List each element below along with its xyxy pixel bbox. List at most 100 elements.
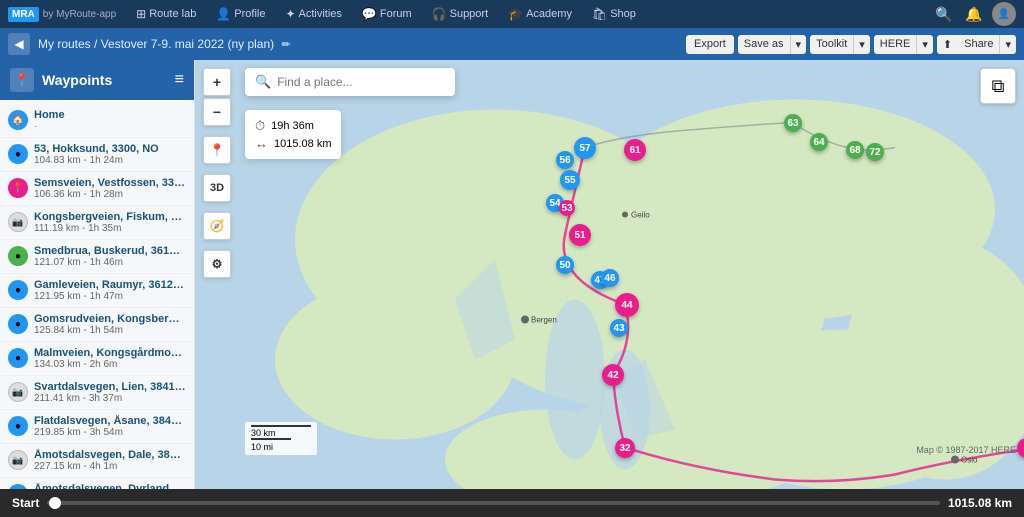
progress-thumb[interactable] [49, 497, 61, 509]
wp-icon: 📷 [8, 212, 28, 232]
waypoint-item[interactable]: 📷 Kongsbergveien, Fiskum, 3322, NO 111.1… [0, 206, 194, 240]
wp-icon: 📷 [8, 450, 28, 470]
wp-icon: ● [8, 246, 28, 266]
nav-academy-label: Academy [526, 8, 572, 20]
map-search-box: 🔍 [245, 68, 455, 96]
sidebar: 📍 Waypoints ≡ 🏠 Home · ● 53, Hokksund, 3… [0, 60, 195, 489]
layer-toggle-button[interactable]: ⧉ [980, 68, 1016, 104]
wp-meta: 106.36 km - 1h 28m [34, 189, 186, 200]
map-area[interactable]: Bergen Oslo Geilo + − 📍 3D 🧭 ⚙ 🔍 [195, 60, 1024, 489]
trip-duration-row: ⏱ 19h 36m [255, 118, 331, 134]
map-pin[interactable]: 61 [624, 139, 646, 161]
wp-name: Svartdalsvegen, Lien, 3841, NO [34, 381, 186, 393]
map-pin[interactable]: 55 [560, 170, 580, 190]
wp-content: Åmotsdalsvegen, Dale, 3841, NO 227.15 km… [34, 449, 186, 472]
nav-shop[interactable]: 🛍 Shop [584, 0, 644, 28]
wp-icon: ● [8, 314, 28, 334]
map-pin[interactable]: 4 [1017, 438, 1024, 458]
breadcrumb-root[interactable]: My routes [38, 37, 91, 51]
map-pin[interactable]: 44 [615, 293, 639, 317]
share-caret[interactable]: ▾ [999, 35, 1016, 54]
map-pin[interactable]: 64 [810, 133, 828, 151]
here-button[interactable]: HERE ▾ [874, 35, 933, 54]
waypoint-item[interactable]: 📍 Semsveien, Vestfossen, 3320, NO 106.36… [0, 172, 194, 206]
search-button[interactable]: 🔍 [932, 2, 956, 26]
here-caret[interactable]: ▾ [916, 35, 933, 54]
wp-content: Smedbrua, Buskerud, 3612, NO 121.07 km -… [34, 245, 186, 268]
top-navigation: MRA by MyRoute-app ⊞ Route lab 👤 Profile… [0, 0, 1024, 28]
share-button[interactable]: ⬆ Share ▾ [937, 35, 1016, 54]
toolkit-caret[interactable]: ▾ [853, 35, 870, 54]
scale-label-10mi: 10 mi [251, 442, 311, 452]
nav-activities[interactable]: ✦ Activities [277, 0, 349, 28]
waypoint-item[interactable]: ● 53, Hokksund, 3300, NO 104.83 km - 1h … [0, 138, 194, 172]
wp-icon: ● [8, 144, 28, 164]
map-pin[interactable]: 56 [556, 151, 574, 169]
waypoint-item[interactable]: 🏠 Home · [0, 104, 194, 138]
wp-name: Gamleveien, Raumyr, 3612, NO [34, 279, 186, 291]
nav-academy[interactable]: 🎓 Academy [500, 0, 580, 28]
wp-meta: 219.85 km - 3h 54m [34, 427, 186, 438]
save-as-caret[interactable]: ▾ [790, 35, 807, 54]
back-button[interactable]: ◀ [8, 33, 30, 55]
map-pin[interactable]: 57 [574, 137, 596, 159]
search-input[interactable] [277, 75, 445, 89]
waypoint-item[interactable]: 📷 Svartdalsvegen, Lien, 3841, NO 211.41 … [0, 376, 194, 410]
toolkit-button[interactable]: Toolkit ▾ [810, 35, 870, 54]
wp-meta: 121.07 km - 1h 46m [34, 257, 186, 268]
sidebar-menu-button[interactable]: ≡ [175, 71, 184, 89]
terrain-button[interactable]: 3D [203, 174, 231, 202]
scale-line-10mi [251, 438, 291, 440]
map-pin[interactable]: 32 [615, 438, 635, 458]
map-pin[interactable]: 43 [610, 319, 628, 337]
wp-content: Home · [34, 109, 186, 132]
map-pin[interactable]: 72 [866, 143, 884, 161]
search-input-container: 🔍 [245, 68, 455, 96]
wp-meta: 121.95 km - 1h 47m [34, 291, 186, 302]
map-pin[interactable]: 50 [556, 256, 574, 274]
main-layout: 📍 Waypoints ≡ 🏠 Home · ● 53, Hokksund, 3… [0, 60, 1024, 489]
waypoint-item[interactable]: 📷 Åmotsdalsvegen, Dale, 3841, NO 227.15 … [0, 444, 194, 478]
nav-profile[interactable]: 👤 Profile [208, 0, 273, 28]
save-as-button[interactable]: Save as ▾ [738, 35, 806, 54]
nav-support[interactable]: 🎧 Support [424, 0, 496, 28]
wp-meta: · [34, 121, 186, 132]
trip-distance-row: ↔ 1015.08 km [255, 136, 331, 151]
breadcrumb-sep: / [94, 37, 101, 51]
logo[interactable]: MRA by MyRoute-app [8, 7, 116, 22]
waypoint-item[interactable]: ● Smedbrua, Buskerud, 3612, NO 121.07 km… [0, 240, 194, 274]
logo-box: MRA [8, 7, 39, 22]
nav-forum[interactable]: 💬 Forum [354, 0, 420, 28]
nav-routelab[interactable]: ⊞ Route lab [128, 0, 204, 28]
waypoint-item[interactable]: ● Malmveien, Kongsgårdmoen, 3615, NO 134… [0, 342, 194, 376]
wp-meta: 227.15 km - 4h 1m [34, 461, 186, 472]
map-pin[interactable]: 68 [846, 141, 864, 159]
support-icon: 🎧 [432, 7, 447, 21]
notification-button[interactable]: 🔔 [962, 2, 986, 26]
duration-icon: ⏱ [255, 118, 265, 134]
nav-shop-label: Shop [610, 8, 636, 20]
sidebar-title: Waypoints [42, 72, 112, 88]
waypoint-item[interactable]: ● Flatdalsvegen, Åsane, 3841, NO 219.85 … [0, 410, 194, 444]
map-pin[interactable]: 53 [559, 200, 575, 216]
map-pin[interactable]: 63 [784, 114, 802, 132]
compass-button[interactable]: 🧭 [203, 212, 231, 240]
wp-content: Gomsrudveien, Kongsberg, 3613, NO 125.84… [34, 313, 186, 336]
map-pin[interactable]: 42 [602, 364, 624, 386]
settings-button[interactable]: ⚙ [203, 250, 231, 278]
user-avatar[interactable]: 👤 [992, 2, 1016, 26]
zoom-out-button[interactable]: − [203, 98, 231, 126]
zoom-in-button[interactable]: + [203, 68, 231, 96]
waypoint-item[interactable]: ● Gomsrudveien, Kongsberg, 3613, NO 125.… [0, 308, 194, 342]
progress-bar[interactable] [47, 501, 940, 505]
export-button[interactable]: Export [686, 35, 734, 54]
wp-content: Kongsbergveien, Fiskum, 3322, NO 111.19 … [34, 211, 186, 234]
locate-button[interactable]: 📍 [203, 136, 231, 164]
map-pin[interactable]: 51 [569, 224, 591, 246]
waypoint-item[interactable]: ● Gamleveien, Raumyr, 3612, NO 121.95 km… [0, 274, 194, 308]
waypoint-item[interactable]: ● Åmotsdalsvegen, Dyrland, NO 228.93 km … [0, 478, 194, 489]
map-copyright: Map © 1987-2017 HERE [916, 445, 1016, 455]
map-pin[interactable]: 46 [601, 269, 619, 287]
wp-meta: 111.19 km - 1h 35m [34, 223, 186, 234]
route-edit-icon[interactable]: ✏ [281, 39, 290, 51]
